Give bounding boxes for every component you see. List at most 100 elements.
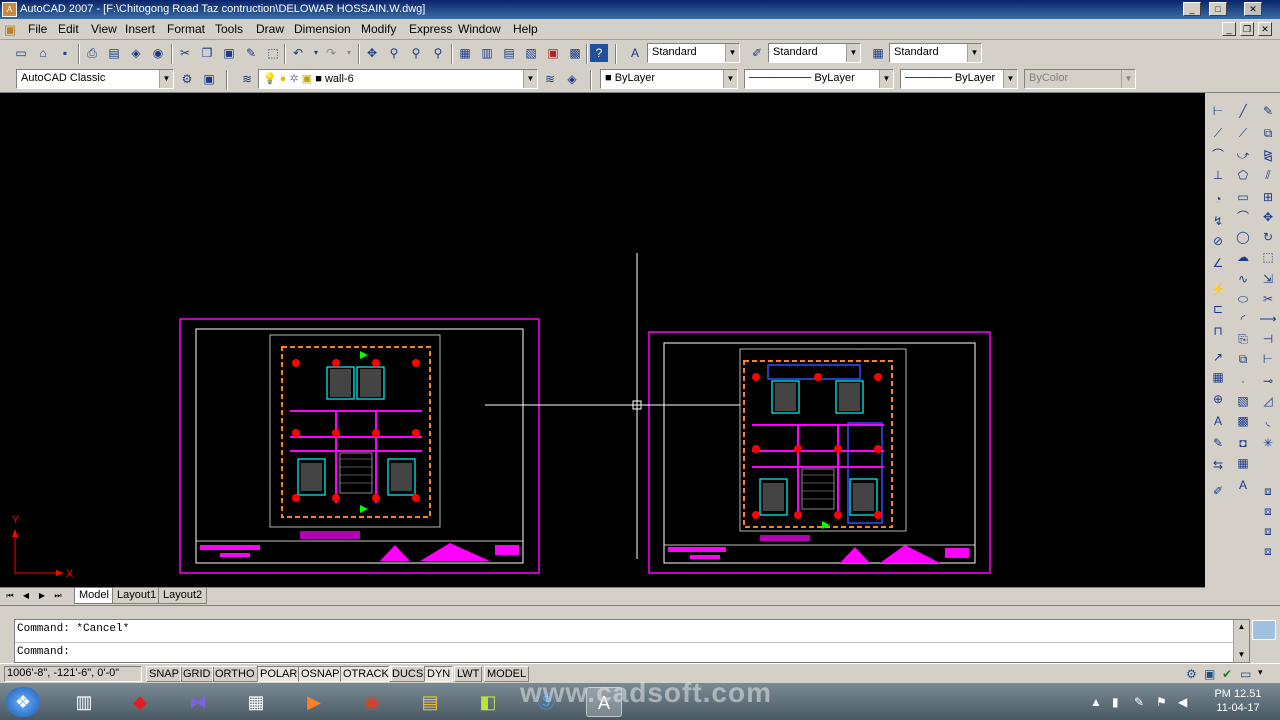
move-icon[interactable]: ✥ [1257,207,1279,227]
insert-block-icon[interactable]: ⎘ [1232,329,1254,349]
workspace-select[interactable]: AutoCAD Classic ▼ [16,69,174,89]
open-icon[interactable]: ⌂ [34,44,52,62]
tray-network-icon[interactable]: ▮ [1112,695,1119,709]
3d-dwf-icon[interactable]: ◉ [149,44,167,62]
taskbar-folder-icon[interactable]: ◧ [470,687,506,717]
bring-front-icon[interactable]: ⧈ [1257,501,1279,521]
tray-pen-icon[interactable]: ✎ [1134,695,1144,709]
table-icon[interactable]: ▦ [1232,453,1254,473]
mirror-icon[interactable]: ⧎ [1257,145,1279,165]
lwt-toggle[interactable]: LWT [454,666,483,682]
block-editor-icon[interactable]: ⬚ [264,44,282,62]
dim-text-edit-icon[interactable]: ✎ [1207,433,1229,453]
undo-icon[interactable]: ↶ [289,44,307,62]
tray-settings-icon[interactable]: ✔ [1222,667,1232,681]
taskbar-chrome-icon[interactable]: ◉ [354,687,390,717]
tab-layout2[interactable]: Layout2 [158,588,208,604]
polyline-icon[interactable]: ⤻ [1232,145,1254,165]
hatch-icon[interactable]: ▧ [1232,391,1254,411]
minimize-button[interactable]: _ [1183,2,1201,16]
quick-leader-icon[interactable]: ↗ [1207,347,1229,367]
close-button[interactable]: ✕ [1244,2,1262,16]
menu-edit[interactable]: Edit [58,22,79,36]
next-tab-icon[interactable]: ▶ [36,590,48,602]
ellipse-icon[interactable]: ⬭ [1232,289,1254,309]
plot-icon[interactable]: ⎙ [83,44,101,62]
menu-file[interactable]: File [28,22,47,36]
save-icon[interactable]: ▪ [56,44,74,62]
text-style-icon[interactable]: A [626,44,644,62]
copy-object-icon[interactable]: ⧉ [1257,123,1279,143]
start-button-icon[interactable]: ❖ [6,687,40,717]
left-sheet[interactable] [179,318,540,574]
workspace-settings-icon[interactable]: ⚙ [178,70,196,88]
point-icon[interactable]: · [1232,371,1254,391]
dim-edit-icon[interactable]: A [1207,411,1229,431]
revision-cloud-icon[interactable]: ☁ [1232,247,1254,267]
paste-icon[interactable]: ▣ [220,44,238,62]
array-icon[interactable]: ⊞ [1257,187,1279,207]
tray-volume-icon[interactable]: ◀ [1178,695,1187,709]
properties-icon[interactable]: ▦ [456,44,474,62]
dim-diameter-icon[interactable]: ⊘ [1207,231,1229,251]
menu-express[interactable]: Express [409,22,452,36]
chevron-down-icon[interactable]: ▼ [1003,70,1017,88]
menu-view[interactable]: View [91,22,117,36]
chevron-down-icon[interactable]: ▼ [846,44,860,62]
snap-toggle[interactable]: SNAP [146,666,182,682]
taskbar-calculator-icon[interactable]: ▦ [238,687,274,717]
ortho-toggle[interactable]: ORTHO [212,666,258,682]
make-layer-current-icon[interactable]: ≋ [541,70,559,88]
command-history[interactable]: Command: *Cancel* Command: ▲ ▼ [14,619,1250,663]
copy-icon[interactable]: ❐ [198,44,216,62]
draw-order-icon[interactable]: ⧈ [1257,481,1279,501]
gradient-icon[interactable]: ▩ [1232,411,1254,431]
taskbar-clock[interactable]: PM 12.51 11-04-17 [1208,687,1268,715]
clean-screen-icon[interactable]: ▭ [1240,667,1251,681]
construction-line-icon[interactable]: ⟋ [1232,123,1254,143]
grid-toggle[interactable]: GRID [180,666,214,682]
tool-palettes-icon[interactable]: ▤ [500,44,518,62]
doc-close-button[interactable]: ✕ [1258,22,1272,36]
osnap-toggle[interactable]: OSNAP [298,666,343,682]
menu-format[interactable]: Format [167,22,205,36]
chevron-down-icon[interactable]: ▼ [725,44,739,62]
menu-modify[interactable]: Modify [361,22,396,36]
dim-continue-icon[interactable]: ⊓ [1207,321,1229,341]
taskbar-vs-icon[interactable]: ⧓ [180,687,216,717]
dim-style-select[interactable]: Standard ▼ [768,43,861,63]
taskbar-explorer-icon[interactable]: ▤ [412,687,448,717]
chevron-down-icon[interactable]: ▼ [723,70,737,88]
layer-previous-icon[interactable]: ◈ [563,70,581,88]
join-icon[interactable]: ⊸ [1257,371,1279,391]
dim-baseline-icon[interactable]: ⊏ [1207,299,1229,319]
lock-ui-icon[interactable]: ▣ [1204,667,1215,681]
tray-overflow-icon[interactable]: ▲ [1090,695,1102,709]
menu-insert[interactable]: Insert [125,22,155,36]
sheet-set-icon[interactable]: ▧ [522,44,540,62]
dim-aligned-icon[interactable]: ⟋ [1207,123,1229,143]
publish-icon[interactable]: ◈ [127,44,145,62]
arc-icon[interactable]: ⌒ [1232,207,1254,227]
menu-dimension[interactable]: Dimension [294,22,351,36]
pan-icon[interactable]: ✥ [363,44,381,62]
help-icon[interactable]: ? [590,44,608,62]
menu-help[interactable]: Help [513,22,538,36]
prev-tab-icon[interactable]: ◀ [20,590,32,602]
line-icon[interactable]: ╱ [1232,101,1254,121]
erase-icon[interactable]: ✎ [1257,101,1279,121]
extend-icon[interactable]: ⟶ [1257,309,1279,329]
menu-window[interactable]: Window [458,22,501,36]
dim-radius-icon[interactable]: ◔ [1207,189,1229,209]
dim-linear-icon[interactable]: ⊢ [1207,101,1229,121]
scale-icon[interactable]: ⬚ [1257,247,1279,267]
zoom-previous-icon[interactable]: ⚲ [429,44,447,62]
layer-manager-icon[interactable]: ≋ [238,70,256,88]
quick-dim-icon[interactable]: ⚡ [1207,279,1229,299]
stretch-icon[interactable]: ⇲ [1257,269,1279,289]
command-panel-icon[interactable] [1252,620,1276,640]
polygon-icon[interactable]: ⬠ [1232,165,1254,185]
coordinates-readout[interactable]: 1006'-8", -121'-6", 0'-0" [4,666,142,682]
command-scrollbar[interactable]: ▲ ▼ [1233,620,1249,662]
drawing-canvas[interactable]: Y X [0,93,1205,587]
